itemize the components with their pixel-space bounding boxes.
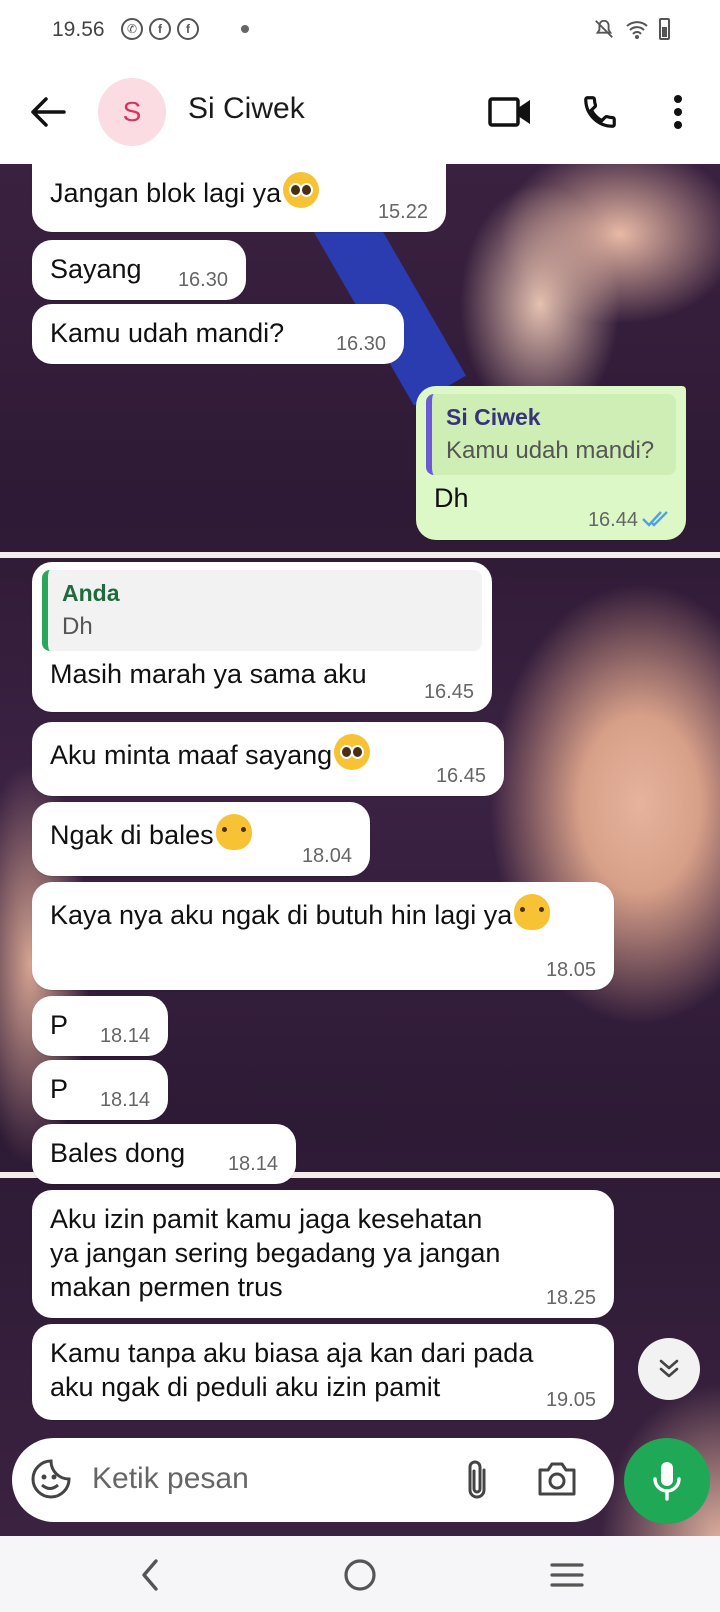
melting-face-icon xyxy=(215,814,252,850)
camera-icon xyxy=(538,1462,576,1496)
camera-button[interactable] xyxy=(536,1460,578,1503)
chevron-left-icon xyxy=(142,1559,158,1591)
more-vertical-icon xyxy=(674,95,682,129)
outgoing-message[interactable]: Si Ciwek Kamu udah mandi? Dh 16.44 xyxy=(416,386,686,540)
nav-recents-button[interactable] xyxy=(542,1550,592,1600)
message-time: 18.14 xyxy=(227,1153,278,1175)
microphone-icon xyxy=(653,1462,681,1501)
scroll-to-bottom-button[interactable] xyxy=(638,1338,700,1400)
emoji-button[interactable] xyxy=(30,1458,72,1505)
message-text-line: ya jangan sering begadang ya jangan xyxy=(50,1238,501,1268)
incoming-message[interactable]: Aku minta maaf sayang 16.45 xyxy=(32,722,504,796)
read-receipt-icon xyxy=(642,511,668,527)
quoted-message[interactable]: Anda Dh xyxy=(42,570,482,651)
message-time: 18.14 xyxy=(99,1089,150,1111)
message-text: Aku minta maaf sayang xyxy=(50,740,333,770)
contact-name[interactable]: Si Ciwek xyxy=(188,92,305,126)
back-button[interactable] xyxy=(26,90,70,134)
message-time: 18.14 xyxy=(99,1025,150,1047)
incoming-message[interactable]: Ngak di bales 18.04 xyxy=(32,802,370,876)
incoming-message[interactable]: Kamu udah mandi? 16.30 xyxy=(32,304,404,364)
whatsapp-icon: ✆ xyxy=(121,18,143,40)
video-call-button[interactable] xyxy=(486,88,534,136)
quoted-sender: Anda xyxy=(62,580,120,606)
video-camera-icon xyxy=(488,97,530,127)
incoming-message[interactable]: Bales dong 18.14 xyxy=(32,1124,296,1184)
chat-area[interactable]: Jangan blok lagi ya 15.22 Sayang 16.30 K… xyxy=(0,164,720,1536)
message-text: Jangan blok lagi ya xyxy=(50,178,282,208)
message-text-line: Kamu tanpa aku biasa aja kan dari pada xyxy=(50,1338,534,1368)
pleading-face-icon xyxy=(334,734,371,770)
double-chevron-down-icon xyxy=(659,1359,679,1378)
paperclip-icon xyxy=(468,1460,486,1499)
message-text: Kaya nya aku ngak di butuh hin lagi ya xyxy=(50,900,513,930)
message-time: 18.05 xyxy=(545,959,596,981)
message-input[interactable]: Ketik pesan xyxy=(92,1462,249,1496)
pleading-face-icon xyxy=(283,172,320,208)
melting-face-icon xyxy=(514,894,551,930)
message-time: 18.04 xyxy=(301,845,352,867)
incoming-message[interactable]: Sayang 16.30 xyxy=(32,240,246,300)
voice-message-button[interactable] xyxy=(624,1438,710,1524)
message-composer: Ketik pesan xyxy=(12,1438,614,1522)
nav-back-button[interactable] xyxy=(126,1550,176,1600)
system-navigation-bar xyxy=(0,1536,720,1612)
message-text: Masih marah ya sama aku xyxy=(50,659,367,689)
battery-icon xyxy=(659,18,670,40)
voice-call-button[interactable] xyxy=(576,88,624,136)
message-time: 16.45 xyxy=(435,765,486,787)
facebook-icon: f xyxy=(177,18,199,40)
message-time: 15.22 xyxy=(377,201,428,223)
status-bar: 19.56 ✆ f f xyxy=(0,0,720,62)
wifi-icon xyxy=(626,21,648,39)
contact-avatar[interactable]: S xyxy=(98,78,166,146)
more-notifications-icon xyxy=(241,25,249,33)
incoming-message[interactable]: Kaya nya aku ngak di butuh hin lagi ya 1… xyxy=(32,882,614,990)
message-text: Ngak di bales xyxy=(50,820,214,850)
status-time: 19.56 xyxy=(52,18,105,41)
facebook-icon: f xyxy=(149,18,171,40)
message-time: 18.25 xyxy=(545,1287,596,1309)
arrow-left-icon xyxy=(31,97,66,127)
notification-icons: ✆ f f xyxy=(121,18,249,40)
system-icons xyxy=(593,18,670,40)
incoming-message[interactable]: Jangan blok lagi ya 15.22 xyxy=(32,164,446,232)
home-circle-icon xyxy=(344,1559,376,1591)
quoted-message[interactable]: Si Ciwek Kamu udah mandi? xyxy=(426,394,676,475)
message-text: Dh xyxy=(434,483,469,513)
quoted-text: Dh xyxy=(62,613,93,640)
incoming-message[interactable]: P 18.14 xyxy=(32,996,168,1056)
incoming-message[interactable]: Anda Dh Masih marah ya sama aku 16.45 xyxy=(32,562,492,712)
nav-home-button[interactable] xyxy=(335,1550,385,1600)
incoming-message[interactable]: Kamu tanpa aku biasa aja kan dari pada a… xyxy=(32,1324,614,1420)
message-text-line: makan permen trus xyxy=(50,1272,283,1302)
sticker-emoji-icon xyxy=(31,1459,71,1499)
message-time: 16.30 xyxy=(335,333,386,355)
quoted-text: Kamu udah mandi? xyxy=(446,437,655,464)
wallpaper-divider xyxy=(0,552,720,558)
message-text-line: aku ngak di peduli aku izin pamit xyxy=(50,1372,441,1402)
avatar-letter: S xyxy=(122,96,142,127)
incoming-message[interactable]: P 18.14 xyxy=(32,1060,168,1120)
phone-icon xyxy=(584,96,616,128)
message-time: 16.30 xyxy=(177,269,228,291)
menu-lines-icon xyxy=(550,1563,584,1587)
attach-button[interactable] xyxy=(462,1458,492,1507)
incoming-message[interactable]: Aku izin pamit kamu jaga kesehatan ya ja… xyxy=(32,1190,614,1318)
message-time: 19.05 xyxy=(545,1389,596,1411)
message-time: 16.44 xyxy=(587,509,638,531)
more-options-button[interactable] xyxy=(654,88,702,136)
quoted-sender: Si Ciwek xyxy=(446,404,541,430)
message-time: 16.45 xyxy=(423,681,474,703)
mute-icon xyxy=(595,19,613,38)
chat-header: S Si Ciwek xyxy=(0,62,720,164)
message-text-line: Aku izin pamit kamu jaga kesehatan xyxy=(50,1204,483,1234)
